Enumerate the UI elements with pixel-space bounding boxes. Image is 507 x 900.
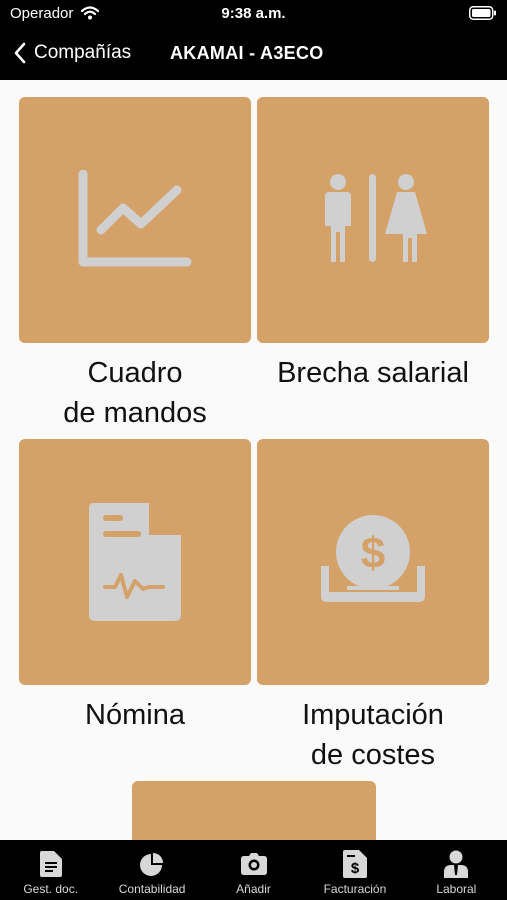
clock: 9:38 a.m. — [221, 5, 286, 22]
tab-gest-doc[interactable]: Gest. doc. — [0, 840, 101, 900]
tile-label-line: Nómina — [85, 699, 185, 731]
battery-icon — [469, 6, 496, 20]
line-chart-icon — [78, 170, 192, 267]
restroom-icon — [325, 174, 427, 262]
tile-nomina-label: Nómina — [19, 695, 251, 735]
tile-cuadro-de-mandos-label: Cuadro de mandos — [19, 353, 251, 433]
pie-chart-icon — [140, 853, 164, 876]
tile-label-line: de costes — [310, 739, 436, 771]
navigation-bar: Compañías AKAMAI - A3ECO — [0, 28, 507, 80]
svg-text:$: $ — [351, 860, 360, 877]
back-button[interactable]: Compañías — [14, 38, 131, 68]
worker-icon — [444, 850, 469, 878]
camera-icon — [240, 853, 267, 875]
tab-label: Laboral — [436, 882, 477, 896]
tile-label-line: Cuadro — [87, 357, 183, 389]
tab-contabilidad[interactable]: Contabilidad — [101, 840, 202, 900]
tile-cuadro-de-mandos[interactable]: Cuadro de mandos — [19, 97, 251, 433]
tab-label: Añadir — [236, 882, 271, 896]
tile-imputacion-de-costes[interactable]: $ Imputación de costes — [257, 439, 489, 775]
tile-imputacion-de-costes-box: $ — [257, 439, 489, 685]
tab-label: Facturación — [323, 882, 387, 896]
tile-label-line: Imputación — [302, 699, 444, 731]
invoice-icon: $ — [342, 850, 367, 878]
tile-brecha-salarial-label: Brecha salarial — [257, 353, 489, 393]
tab-facturacion[interactable]: $ Facturación — [304, 840, 405, 900]
svg-text:$: $ — [361, 529, 385, 578]
module-grid: Cuadro de mandos Brecha salarial Nómina … — [0, 80, 507, 840]
tile-brecha-salarial[interactable]: Brecha salarial — [257, 97, 489, 393]
page-title: AKAMAI - A3ECO — [170, 43, 324, 63]
tab-bar: Gest. doc. Contabilidad Añadir $ Factura… — [0, 840, 507, 900]
payslip-document-icon — [89, 503, 181, 621]
tile-label-line: Brecha salarial — [277, 357, 469, 389]
tile-label-line: de mandos — [63, 397, 207, 429]
document-icon — [39, 851, 62, 877]
chevron-left-icon — [14, 42, 26, 64]
tile-nomina[interactable]: Nómina — [19, 439, 251, 735]
coin-dollar-icon: $ — [321, 515, 425, 602]
tile-imputacion-de-costes-label: Imputación de costes — [257, 695, 489, 775]
tile-partial-next[interactable] — [132, 781, 376, 840]
tab-laboral[interactable]: Laboral — [406, 840, 507, 900]
tile-cuadro-de-mandos-box — [19, 97, 251, 343]
tab-label: Contabilidad — [118, 882, 186, 896]
back-button-label: Compañías — [34, 42, 132, 63]
tile-brecha-salarial-box — [257, 97, 489, 343]
tile-nomina-box — [19, 439, 251, 685]
tab-label: Gest. doc. — [23, 882, 79, 896]
status-bar: Operador 9:38 a.m. — [0, 0, 507, 28]
tab-anadir[interactable]: Añadir — [203, 840, 304, 900]
